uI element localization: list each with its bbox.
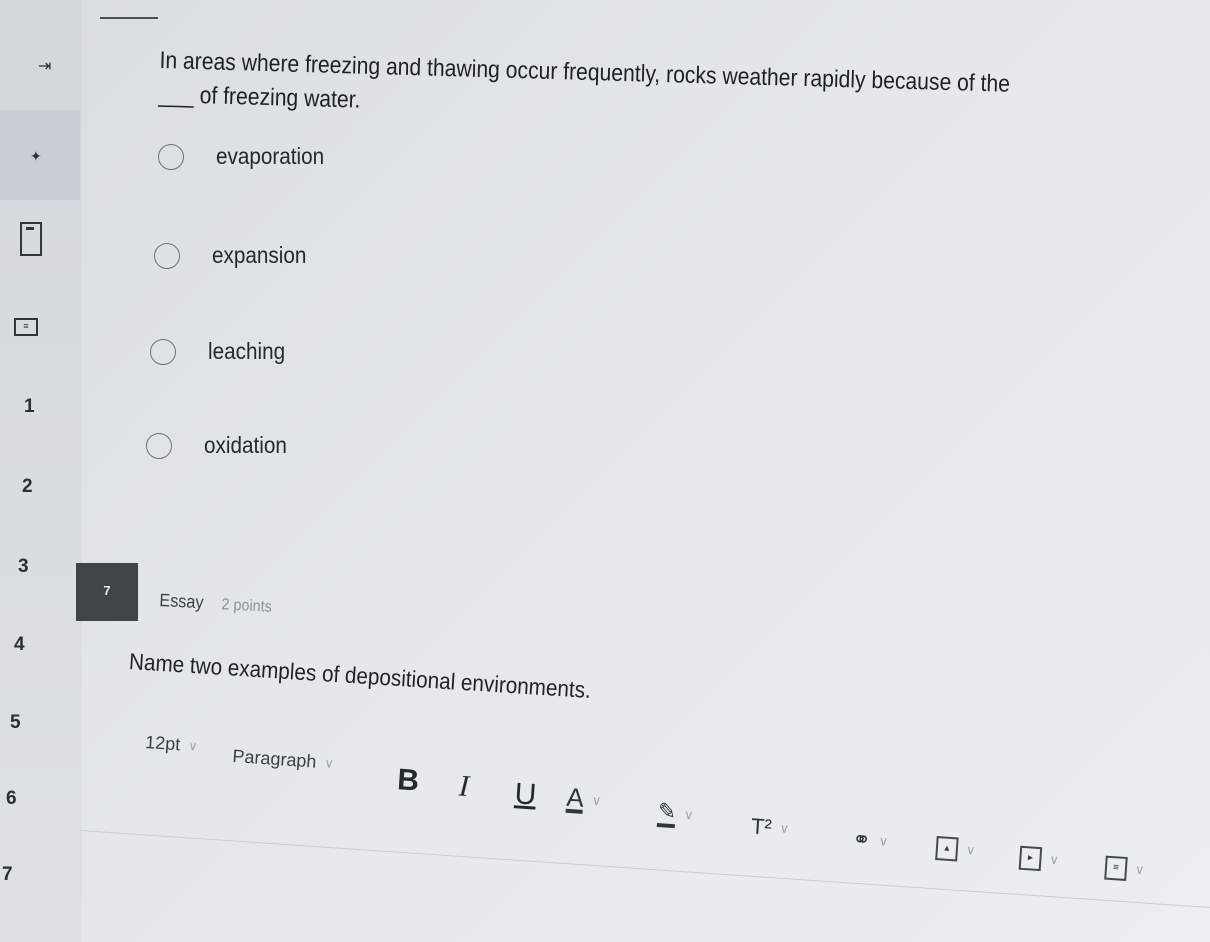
radio-button[interactable] [158,143,184,170]
answer-option-label: oxidation [204,432,287,458]
pin-icon[interactable]: ✦ [30,148,42,165]
link-icon: ⚭ [851,826,872,853]
italic-button[interactable]: I [458,769,470,804]
rich-text-editor-toolbar: 12pt ∨ Paragraph ∨ B I U A ∨ ✎ ∨ T² ∨ ⚭ ∨ ▴ ∨ ▸… [141,732,1204,884]
answer-option-oxidation[interactable]: oxidation [146,432,296,459]
sidebar-question-7[interactable]: 7 [2,864,13,886]
highlight-color-button[interactable]: ✎ ∨ [656,798,695,829]
answer-option-expansion[interactable]: expansion [154,242,317,269]
answer-option-label: expansion [212,242,307,268]
sidebar-question-2[interactable]: 2 [22,476,33,498]
chevron-down-icon: ∨ [591,792,602,809]
insert-image-button[interactable]: ▴ ∨ [935,836,976,863]
sidebar-question-3[interactable]: 3 [18,556,29,578]
answer-option-evaporation[interactable]: evaporation [158,143,336,170]
sidebar-question-4[interactable]: 4 [14,634,25,656]
question-7-text: Name two examples of depositional enviro… [128,648,592,703]
question-points: 2 points [220,596,273,616]
sidebar-question-5[interactable]: 5 [10,712,21,734]
question-7-meta: Essay 2 points [159,590,273,617]
answer-option-leaching[interactable]: leaching [150,338,294,365]
answer-option-label: evaporation [216,143,325,169]
calculator-icon[interactable] [20,222,42,256]
image-icon: ▴ [935,836,959,862]
question-navigator-sidebar: ⇥ ✦ ≡ 1 2 3 4 5 6 7 [0,0,82,942]
collapse-arrow-icon[interactable]: ⇥ [38,56,51,76]
media-icon: ▸ [1018,845,1043,872]
radio-button[interactable] [150,338,176,365]
question-6-text: In areas where freezing and thawing occu… [158,46,1011,114]
insert-document-button[interactable]: ≡ ∨ [1104,855,1145,883]
question-type: Essay [158,590,205,613]
document-icon: ≡ [1104,855,1128,882]
sidebar-question-6[interactable]: 6 [6,788,17,810]
highlight-pen-icon: ✎ [656,798,677,829]
font-size-dropdown[interactable]: 12pt ∨ [145,732,199,757]
chevron-down-icon: ∨ [683,806,695,823]
radio-button[interactable] [154,242,180,269]
notes-icon[interactable]: ≡ [14,318,38,336]
sidebar-question-1[interactable]: 1 [24,396,35,418]
chevron-down-icon: ∨ [187,737,199,754]
insert-media-button[interactable]: ▸ ∨ [1018,845,1060,873]
quiz-screen: ⇥ ✦ ≡ 1 2 3 4 5 6 7 In areas where freez… [0,0,1210,942]
chevron-down-icon: ∨ [878,833,889,849]
underline-button[interactable]: U [513,777,538,812]
chevron-down-icon: ∨ [1048,851,1060,868]
bold-button[interactable]: B [396,763,420,798]
superscript-icon: T² [750,813,773,840]
chevron-down-icon: ∨ [323,754,335,771]
text-color-icon: A [565,781,585,814]
text-color-button[interactable]: A ∨ [565,781,602,815]
superscript-button[interactable]: T² ∨ [750,813,790,842]
chevron-down-icon: ∨ [965,842,976,858]
radio-button[interactable] [146,432,172,459]
chevron-down-icon: ∨ [1134,861,1145,878]
header-divider [100,17,158,19]
font-size-value: 12pt [144,732,181,755]
answer-option-label: leaching [208,338,286,364]
chevron-down-icon: ∨ [779,820,790,836]
insert-link-button[interactable]: ⚭ ∨ [851,826,889,854]
block-format-dropdown[interactable]: Paragraph ∨ [232,746,335,774]
question-7-number-badge: 7 [76,563,138,621]
block-format-value: Paragraph [231,745,318,772]
